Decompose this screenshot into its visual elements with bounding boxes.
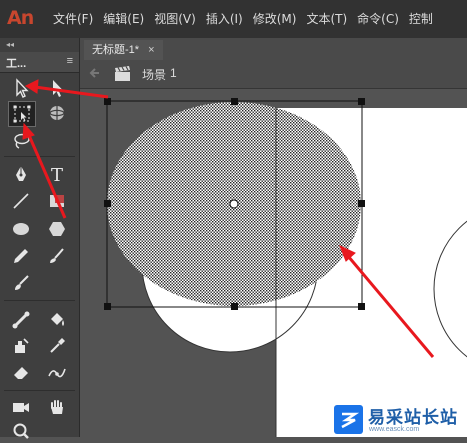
- watermark-logo-icon: [334, 405, 363, 434]
- watermark-text: 易采站长站: [368, 408, 458, 428]
- annotation-overlay: [22, 79, 109, 219]
- watermark: 易采站长站 www.easck.com: [331, 401, 467, 437]
- watermark-url: www.easck.com: [369, 426, 420, 433]
